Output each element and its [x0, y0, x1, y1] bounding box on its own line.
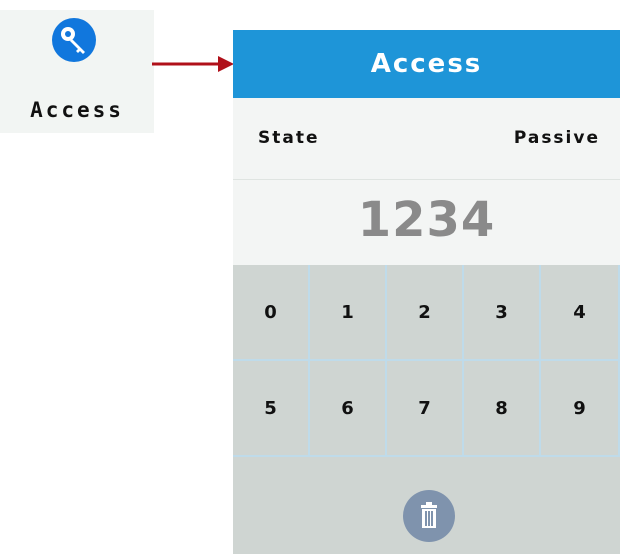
key-0[interactable]: 0 [233, 265, 310, 361]
app-access-tile[interactable]: Access [0, 10, 154, 133]
key-4[interactable]: 4 [541, 265, 620, 361]
key-9[interactable]: 9 [541, 361, 620, 457]
trash-icon[interactable] [403, 490, 455, 542]
title-bar: Access [233, 30, 620, 98]
app-label: Access [30, 98, 124, 122]
key-icon [52, 18, 96, 62]
code-value: 1234 [357, 192, 496, 248]
keypad-footer [233, 460, 620, 554]
code-display: 1234 [233, 180, 620, 265]
key-8[interactable]: 8 [464, 361, 541, 457]
key-2[interactable]: 2 [387, 265, 464, 361]
key-5[interactable]: 5 [233, 361, 310, 457]
state-label: State [258, 128, 320, 148]
panel-title: Access [370, 49, 483, 79]
key-3[interactable]: 3 [464, 265, 541, 361]
key-7[interactable]: 7 [387, 361, 464, 457]
state-value: Passive [513, 128, 600, 148]
key-6[interactable]: 6 [310, 361, 387, 457]
state-row: State Passive [233, 98, 620, 180]
keypad: 0 1 2 3 4 5 6 7 8 9 [233, 265, 620, 460]
access-panel: Access State Passive 1234 0 1 2 3 4 5 6 … [233, 30, 620, 554]
key-1[interactable]: 1 [310, 265, 387, 361]
arrow-right-icon [152, 56, 234, 72]
